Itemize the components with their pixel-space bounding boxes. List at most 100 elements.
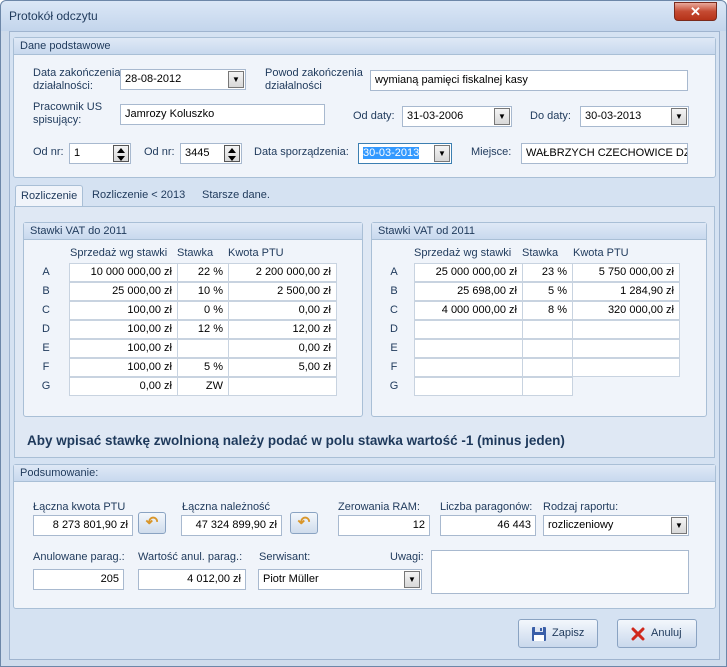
vat-cell-sales[interactable]: 100,00 zł — [69, 320, 178, 339]
vat-new-panel: Stawki VAT od 2011 Sprzedaż wg stawki St… — [371, 222, 707, 417]
notes-field[interactable] — [431, 550, 689, 594]
end-date-label: Data zakończenia działalności: — [33, 67, 121, 92]
vat-cell-ptu[interactable]: 5,00 zł — [228, 358, 337, 377]
service-select[interactable]: Piotr Müller ▼ — [258, 569, 422, 590]
close-button[interactable]: ✕ — [674, 2, 717, 21]
row-label: A — [42, 266, 50, 278]
ram-field[interactable]: 12 — [338, 515, 430, 536]
cancel-button[interactable]: Anuluj — [617, 619, 697, 648]
vat-cell-sales[interactable] — [414, 377, 523, 396]
vat-cell-rate[interactable]: 0 % — [177, 301, 229, 320]
reason-field[interactable]: wymianą pamięci fiskalnej kasy — [370, 70, 688, 91]
employee-field[interactable]: Jamrozy Koluszko — [120, 104, 325, 125]
place-field[interactable]: WAŁBRZYCH CZECHOWICE DZIEC — [521, 143, 688, 164]
vat-cell-rate[interactable]: ZW — [177, 377, 229, 396]
report-type-label: Rodzaj raportu: — [543, 501, 619, 513]
vat-cell-rate[interactable] — [522, 358, 573, 377]
save-button[interactable]: Zapisz — [518, 619, 598, 648]
cancelled-field[interactable]: 205 — [33, 569, 124, 590]
recalc-ptu-button[interactable]: ↶ — [138, 512, 166, 534]
end-date-field[interactable]: 28-08-2012 ▼ — [120, 69, 246, 90]
vat-cell-sales[interactable]: 4 000 000,00 zł — [414, 301, 523, 320]
vat-cell-sales[interactable] — [414, 358, 523, 377]
summary-panel: Podsumowanie: Łączna kwota PTU 8 273 801… — [13, 464, 716, 609]
vat-cell-rate[interactable]: 5 % — [522, 282, 573, 301]
chevron-down-icon[interactable]: ▼ — [671, 517, 687, 534]
vat-cell-ptu[interactable]: 1 284,90 zł — [572, 282, 680, 301]
basic-data-header: Dane podstawowe — [14, 38, 715, 55]
tab-rozliczenie-2013[interactable]: Rozliczenie < 2013 — [87, 185, 190, 207]
to-date-label: Do daty: — [530, 110, 571, 122]
total-due-field[interactable]: 47 324 899,90 zł — [181, 515, 282, 536]
vat-cell-rate[interactable]: 23 % — [522, 263, 573, 282]
vat-cell-ptu[interactable]: 5 750 000,00 zł — [572, 263, 680, 282]
vat-cell-rate[interactable]: 8 % — [522, 301, 573, 320]
vat-cell-rate[interactable]: 22 % — [177, 263, 229, 282]
vat-cell-sales[interactable]: 100,00 zł — [69, 358, 178, 377]
vat-cell-rate[interactable] — [522, 377, 573, 396]
to-date-field[interactable]: 30-03-2013 ▼ — [580, 106, 689, 127]
vat-cell-ptu[interactable] — [228, 377, 337, 396]
tab-starsze-dane[interactable]: Starsze dane. — [197, 185, 275, 207]
vat-cell-sales[interactable] — [414, 339, 523, 358]
vat-cell-sales[interactable]: 25 000,00 zł — [69, 282, 178, 301]
vat-cell-sales[interactable]: 100,00 zł — [69, 301, 178, 320]
vat-cell-rate[interactable] — [177, 339, 229, 358]
vat-old-col-ptu: Kwota PTU — [228, 247, 284, 259]
vat-cell-ptu[interactable] — [572, 339, 680, 358]
vat-cell-sales[interactable]: 10 000 000,00 zł — [69, 263, 178, 282]
vat-cell-rate[interactable] — [522, 339, 573, 358]
total-ptu-label: Łączna kwota PTU — [33, 501, 126, 513]
recalc-due-button[interactable]: ↶ — [290, 512, 318, 534]
close-icon[interactable]: ✕ — [690, 4, 701, 19]
dialog-client: Dane podstawowe Data zakończenia działal… — [9, 31, 720, 660]
vat-cell-ptu[interactable]: 12,00 zł — [228, 320, 337, 339]
vat-new-header: Stawki VAT od 2011 — [372, 223, 706, 240]
chevron-down-icon[interactable]: ▼ — [434, 145, 450, 162]
vat-cell-sales[interactable]: 25 000 000,00 zł — [414, 263, 523, 282]
window-title: Protokół odczytu — [9, 9, 98, 23]
vat-cell-rate[interactable]: 5 % — [177, 358, 229, 377]
floppy-icon — [532, 627, 546, 641]
summary-header: Podsumowanie: — [14, 465, 715, 482]
row-label: D — [42, 323, 50, 335]
row-label: F — [390, 361, 398, 373]
vat-cell-ptu[interactable] — [572, 358, 680, 377]
from-date-field[interactable]: 31-03-2006 ▼ — [402, 106, 512, 127]
to-nr-field[interactable]: 3445 — [180, 143, 242, 164]
title-bar: Protokół odczytu ✕ — [1, 1, 726, 31]
vat-cell-sales[interactable] — [414, 320, 523, 339]
chevron-down-icon[interactable]: ▼ — [494, 108, 510, 125]
reason-label: Powod zakończenia działalności — [265, 67, 363, 92]
vat-cell-rate[interactable] — [522, 320, 573, 339]
vat-cell-ptu[interactable]: 2 500,00 zł — [228, 282, 337, 301]
vat-cell-ptu[interactable]: 0,00 zł — [228, 301, 337, 320]
vat-cell-sales[interactable]: 100,00 zł — [69, 339, 178, 358]
cancelled-value-field[interactable]: 4 012,00 zł — [138, 569, 246, 590]
report-type-select[interactable]: rozliczeniowy ▼ — [543, 515, 689, 536]
to-nr-label: Od nr: — [144, 146, 175, 158]
created-date-field[interactable]: 30-03-2013 ▼ — [358, 143, 452, 164]
save-button-label: Zapisz — [552, 627, 585, 639]
row-label: C — [390, 304, 398, 316]
vat-cell-ptu[interactable]: 2 200 000,00 zł — [228, 263, 337, 282]
vat-cell-rate[interactable]: 10 % — [177, 282, 229, 301]
vat-cell-sales[interactable]: 0,00 zł — [69, 377, 178, 396]
vat-cell-ptu[interactable]: 0,00 zł — [228, 339, 337, 358]
chevron-down-icon[interactable]: ▼ — [228, 71, 244, 88]
spinner-icon[interactable] — [224, 145, 240, 162]
chevron-down-icon[interactable]: ▼ — [404, 571, 420, 588]
receipts-field[interactable]: 46 443 — [440, 515, 536, 536]
cancel-button-label: Anuluj — [651, 627, 682, 639]
vat-cell-ptu[interactable]: 320 000,00 zł — [572, 301, 680, 320]
vat-cell-ptu[interactable] — [572, 320, 680, 339]
basic-data-panel: Dane podstawowe Data zakończenia działal… — [13, 37, 716, 178]
spinner-icon[interactable] — [113, 145, 129, 162]
chevron-down-icon[interactable]: ▼ — [671, 108, 687, 125]
from-nr-field[interactable]: 1 — [69, 143, 131, 164]
vat-cell-sales[interactable]: 25 698,00 zł — [414, 282, 523, 301]
tab-rozliczenie[interactable]: Rozliczenie — [15, 185, 84, 207]
tab-content: Stawki VAT do 2011 Sprzedaż wg stawki St… — [14, 206, 715, 458]
total-ptu-field[interactable]: 8 273 801,90 zł — [33, 515, 133, 536]
vat-cell-rate[interactable]: 12 % — [177, 320, 229, 339]
